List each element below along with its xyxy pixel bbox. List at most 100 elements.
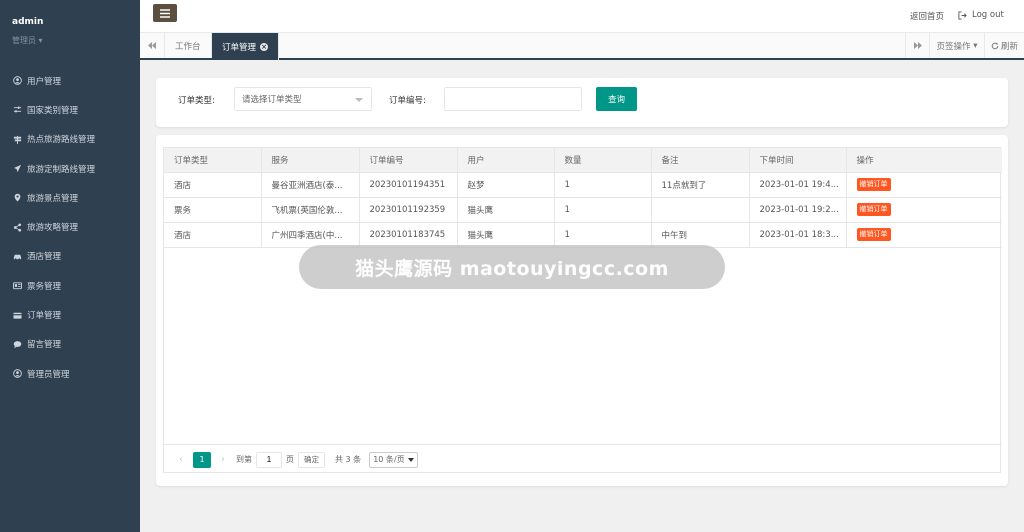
top-bar: 返回首页 Log out [140,0,1024,33]
page-size-select[interactable]: 10 条/页 [369,451,418,468]
cell-order-type: 酒店 [164,172,262,198]
watermark-banner: 猫头鹰源码 maotouyingcc.com [299,245,725,289]
credit-card-icon [12,310,22,320]
refresh-icon [991,42,999,49]
tab-order-management[interactable]: 订单管理 × [212,33,280,60]
sidebar-item-label: 用户管理 [27,76,62,87]
goto-label: 到第 [236,455,252,464]
pagination: ‹ 1 › 到第 页 确定 共 3 条 10 条/页 [164,444,1002,474]
role-label: 管理员 [12,36,36,45]
sidebar-item-custom-routes[interactable]: 旅游定制路线管理 [0,154,140,183]
refresh-button[interactable]: 刷新 [985,33,1024,58]
cell-order-number: 20230101192359 [359,197,458,223]
sidebar-item-label: 留言管理 [27,340,62,351]
sidebar-item-label: 旅游景点管理 [27,193,79,204]
sidebar-item-hot-routes[interactable]: 热点旅游路线管理 [0,125,140,154]
paper-plane-icon [12,164,22,174]
order-type-label: 订单类型: [178,96,215,106]
sidebar-item-attractions[interactable]: 旅游景点管理 [0,183,140,212]
cell-order-time: 2023-01-01 19:2... [749,197,847,223]
cell-order-time: 2023-01-01 18:3... [749,222,847,248]
sidebar-item-label: 旅游攻略管理 [27,223,79,234]
back-home-link[interactable]: 返回首页 [910,10,944,22]
current-page-button[interactable]: 1 [193,451,211,468]
scroll-tabs-left-button[interactable] [140,33,165,58]
sidebar-item-orders[interactable]: 订单管理 [0,300,140,329]
sidebar-item-label: 国家类别管理 [27,105,79,116]
page-number-input[interactable] [256,451,282,468]
tab-label: 订单管理 [222,42,257,53]
sidebar-item-users[interactable]: 用户管理 [0,66,140,95]
cell-user: 赵梦 [457,172,555,198]
sidebar: admin 管理员 ▾ 用户管理 国家类别管理 热点旅游路线管理 旅游定制路线管… [0,0,140,532]
scroll-tabs-right-button[interactable] [905,33,930,58]
sidebar-item-country-categories[interactable]: 国家类别管理 [0,95,140,124]
table-header-row: 订单类型 服务 订单编号 用户 数量 备注 下单时间 操作 [164,148,1002,173]
tab-operations-dropdown[interactable]: 页签操作 ▾ [930,33,985,58]
order-number-input[interactable] [444,87,582,111]
close-tab-icon[interactable]: × [260,42,269,51]
column-header: 备注 [651,148,750,173]
page-size-value: 10 条/页 [373,455,405,464]
column-header: 数量 [554,148,652,173]
hamburger-icon [160,8,170,18]
column-header: 操作 [846,148,1002,173]
sidebar-item-guides[interactable]: 旅游攻略管理 [0,212,140,241]
confirm-page-button[interactable]: 确定 [298,451,325,468]
cell-note: 中午到 [651,222,750,248]
cell-order-number: 20230101194351 [359,172,458,198]
double-chevron-left-icon [148,42,156,49]
orders-table-wrapper: 订单类型 服务 订单编号 用户 数量 备注 下单时间 操作 酒店 曼谷亚洲酒店(… [163,147,1002,474]
cell-quantity: 1 [554,222,652,248]
tab-label: 工作台 [175,41,201,52]
cell-order-time: 2023-01-01 19:4... [749,172,847,198]
cell-quantity: 1 [554,172,652,198]
chevron-down-icon [355,98,363,102]
search-button[interactable]: 查询 [596,87,637,111]
sidebar-item-admins[interactable]: 管理员管理 [0,359,140,388]
cell-order-type: 酒店 [164,222,262,248]
order-number-label: 订单编号: [389,96,426,106]
sidebar-item-label: 管理员管理 [27,369,70,380]
column-header: 用户 [457,148,555,173]
order-type-placeholder: 请选择订单类型 [242,95,302,105]
cancel-order-button[interactable]: 撤销订单 [856,203,891,216]
menu-toggle-button[interactable] [153,4,177,22]
user-circle-icon [12,76,22,86]
sidebar-item-hotels[interactable]: 酒店管理 [0,242,140,271]
sidebar-item-messages[interactable]: 留言管理 [0,330,140,359]
cancel-order-button[interactable]: 撤销订单 [856,178,891,191]
refresh-label: 刷新 [1001,41,1019,52]
page-unit-label: 页 [286,455,294,464]
sidebar-item-label: 酒店管理 [27,252,62,263]
sidebar-item-label: 旅游定制路线管理 [27,164,96,175]
tab-ops-label: 页签操作 [936,41,971,52]
share-icon [12,222,22,232]
tab-workbench[interactable]: 工作台 [165,33,212,58]
cell-actions: 撤销订单 [846,222,1002,248]
orders-table: 订单类型 服务 订单编号 用户 数量 备注 下单时间 操作 酒店 曼谷亚洲酒店(… [164,148,1002,248]
column-header: 下单时间 [749,148,847,173]
table-panel: 订单类型 服务 订单编号 用户 数量 备注 下单时间 操作 酒店 曼谷亚洲酒店(… [156,135,1008,486]
prev-page-icon[interactable]: ‹ [172,452,190,468]
cell-quantity: 1 [554,197,652,223]
id-card-icon [12,281,22,291]
next-page-icon[interactable]: › [214,452,232,468]
column-header: 服务 [261,148,360,173]
column-header: 订单类型 [164,148,262,173]
cancel-order-button[interactable]: 撤销订单 [856,228,891,241]
logout-label: Log out [972,10,1004,20]
username: admin [12,17,44,27]
user-icon [12,369,22,379]
sidebar-item-label: 热点旅游路线管理 [27,135,96,146]
sidebar-item-tickets[interactable]: 票务管理 [0,271,140,300]
cell-user: 猫头鹰 [457,197,555,223]
map-marker-icon [12,193,22,203]
cell-service: 飞机票(英国伦敦... [261,197,360,223]
order-type-select[interactable]: 请选择订单类型 [234,87,372,111]
logout-link[interactable]: Log out [958,10,1004,20]
signpost-icon [12,134,22,144]
sidebar-item-label: 票务管理 [27,281,62,292]
cell-service: 曼谷亚洲酒店(泰... [261,172,360,198]
role-dropdown[interactable]: 管理员 ▾ [12,35,128,46]
